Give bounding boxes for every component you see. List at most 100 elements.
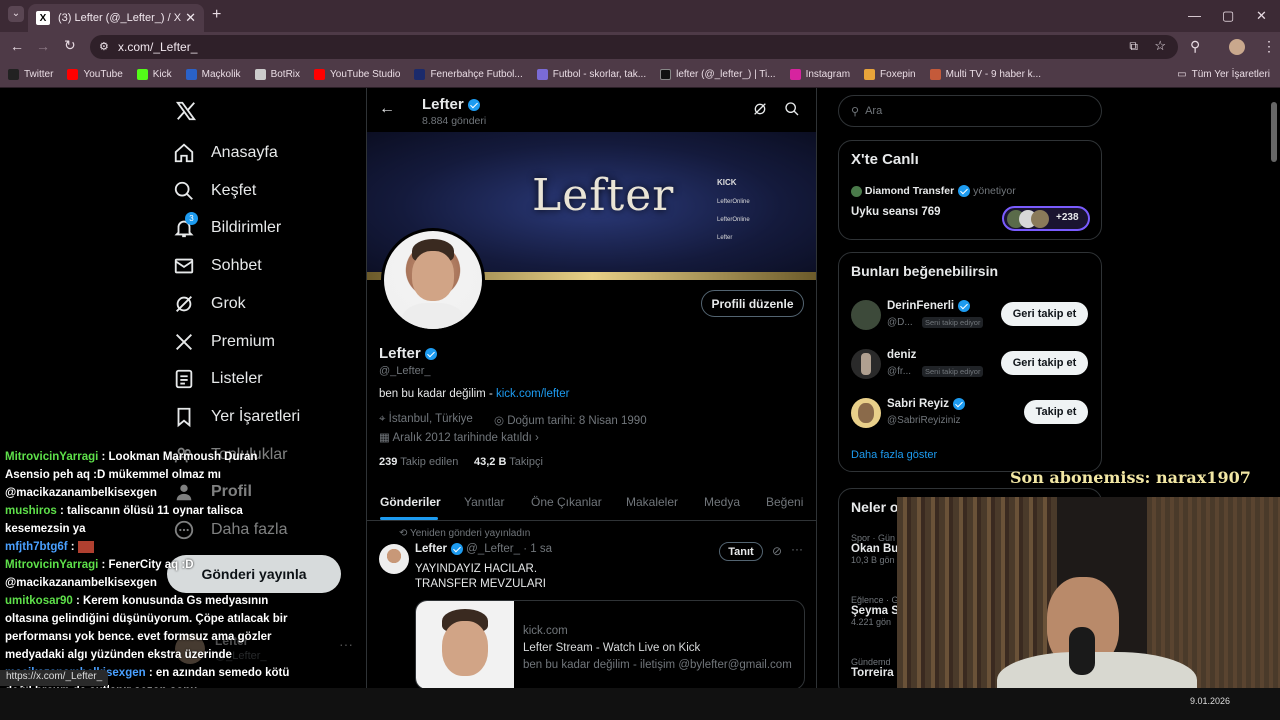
edit-profile-button[interactable]: Profili düzenle bbox=[701, 290, 804, 317]
emote-icon bbox=[77, 540, 94, 553]
trend-item[interactable]: Eğlence · G Şeyma S 4.221 gön bbox=[851, 595, 899, 627]
nav-messages[interactable]: Sohbet bbox=[173, 248, 262, 284]
reload-icon[interactable]: ↻ bbox=[64, 37, 76, 54]
back-arrow-icon[interactable]: ← bbox=[10, 38, 24, 54]
grok-icon bbox=[176, 296, 192, 312]
tab-highlights[interactable]: Öne Çıkanlar bbox=[531, 495, 602, 509]
close-window-button[interactable]: ✕ bbox=[1256, 8, 1267, 24]
star-bookmark-icon[interactable]: ☆ bbox=[1154, 38, 1166, 54]
follow-button[interactable]: Takip et bbox=[1024, 400, 1088, 424]
tab-likes[interactable]: Beğeni bbox=[766, 495, 803, 509]
live-space-title[interactable]: Uyku seansı 769 bbox=[851, 206, 941, 218]
search-icon: ⚲ bbox=[851, 105, 860, 118]
profile-tabs: Gönderiler Yanıtlar Öne Çıkanlar Makalel… bbox=[367, 485, 816, 521]
bookmark-botrix[interactable]: BotRix bbox=[254, 69, 300, 80]
search-icon bbox=[174, 181, 193, 200]
following-link[interactable]: 239 Takip edilen bbox=[379, 456, 458, 468]
profile-avatar[interactable] bbox=[1229, 39, 1245, 55]
site-info-icon[interactable]: ⚙ bbox=[99, 40, 109, 53]
nav-premium[interactable]: Premium bbox=[173, 324, 275, 360]
tweet-text: YAYINDAYIZ HACILAR. TRANSFER MEVZULARI bbox=[415, 563, 546, 590]
tab-media[interactable]: Medya bbox=[704, 495, 740, 509]
close-tab-icon[interactable]: ✕ bbox=[185, 10, 196, 26]
search-icon[interactable] bbox=[784, 101, 800, 117]
browser-tab[interactable]: X (3) Lefter (@_Lefter_) / X ✕ bbox=[28, 4, 204, 32]
nav-grok[interactable]: Grok bbox=[173, 286, 246, 322]
grok-icon[interactable]: ⊘ bbox=[772, 544, 782, 558]
suggestions-title: Bunları beğenebilirsin bbox=[851, 263, 999, 279]
bookmark-futbol[interactable]: Futbol - skorlar, tak... bbox=[536, 69, 646, 80]
link-card[interactable]: kick.com Lefter Stream - Watch Live on K… bbox=[415, 600, 805, 688]
notification-badge: 3 bbox=[185, 212, 198, 225]
nav-home[interactable]: Anasayfa bbox=[173, 135, 278, 171]
maximize-button[interactable]: ▢ bbox=[1222, 8, 1234, 24]
more-options-icon[interactable]: ··· bbox=[791, 542, 803, 556]
tab-articles[interactable]: Makaleler bbox=[626, 495, 678, 509]
bookmark-youtube-studio[interactable]: YouTube Studio bbox=[314, 69, 400, 80]
nav-explore[interactable]: Keşfet bbox=[173, 173, 256, 209]
calendar-icon: ▦ bbox=[379, 432, 393, 444]
suggestion-avatar bbox=[851, 300, 881, 330]
follow-back-button[interactable]: Geri takip et bbox=[1001, 302, 1088, 326]
link-card-title: Lefter Stream - Watch Live on Kick bbox=[523, 642, 701, 654]
bookmark-kick[interactable]: Kick bbox=[136, 69, 172, 80]
grok-icon[interactable] bbox=[752, 101, 768, 117]
tweet-avatar[interactable] bbox=[379, 544, 409, 574]
nav-bookmarks[interactable]: Yer İşaretleri bbox=[173, 399, 300, 435]
all-bookmarks[interactable]: ▭ Tüm Yer İşaretleri bbox=[1177, 69, 1270, 80]
extensions-icon[interactable]: ⚲ bbox=[1190, 38, 1200, 55]
new-tab-button[interactable]: + bbox=[212, 6, 221, 24]
bookmark-instagram[interactable]: Instagram bbox=[789, 69, 850, 80]
bookmark-tiktok[interactable]: lefter (@_lefter_) | Ti... bbox=[660, 69, 776, 80]
bio-link[interactable]: kick.com/lefter bbox=[496, 388, 570, 400]
tab-posts[interactable]: Gönderiler bbox=[380, 495, 441, 509]
live-host[interactable]: Diamond Transfer yönetiyor bbox=[851, 185, 1016, 198]
nav-lists[interactable]: Listeler bbox=[173, 361, 263, 397]
profile-handle: @_Lefter_ bbox=[379, 365, 431, 377]
follow-back-button[interactable]: Geri takip et bbox=[1001, 351, 1088, 375]
suggestion-handle: @SabriReyiziniz bbox=[887, 415, 961, 426]
address-bar[interactable]: ⚙ x.com/_Lefter_ ⧉ ☆ bbox=[90, 35, 1178, 59]
minimize-button[interactable]: — bbox=[1188, 8, 1201, 23]
tab-replies[interactable]: Yanıtlar bbox=[464, 495, 504, 509]
bookmark-multitv[interactable]: Multi TV - 9 haber k... bbox=[929, 69, 1041, 80]
profile-location: ⌖ İstanbul, Türkiye bbox=[379, 413, 473, 425]
bookmark-foxepin[interactable]: Foxepin bbox=[864, 69, 916, 80]
show-more-link[interactable]: Daha fazla göster bbox=[851, 449, 937, 461]
promote-button[interactable]: Tanıt bbox=[719, 542, 763, 561]
os-taskbar: 9.01.2026 bbox=[0, 688, 1280, 720]
scrollbar-thumb[interactable] bbox=[1271, 102, 1277, 162]
profile-header-bar: ← Lefter 8.884 gönderi bbox=[367, 88, 816, 132]
bookmark-youtube[interactable]: YouTube bbox=[67, 69, 123, 80]
suggestion-item[interactable]: DerinFenerli @D... Seni takip ediyor Ger… bbox=[851, 298, 1091, 338]
profile-avatar[interactable] bbox=[381, 228, 485, 332]
suggestion-item[interactable]: Sabri Reyiz @SabriReyiziniz Takip et bbox=[851, 396, 1091, 436]
suggestion-handle: @D... bbox=[887, 317, 913, 328]
suggestion-item[interactable]: deniz @fr... Seni takip ediyor Geri taki… bbox=[851, 347, 1091, 387]
tab-search-icon[interactable]: ⌄ bbox=[8, 6, 24, 22]
bookmark-twitter[interactable]: Twitter bbox=[8, 69, 53, 80]
search-box[interactable]: ⚲ Ara bbox=[838, 95, 1102, 127]
trend-item[interactable]: Gündemd Torreira bbox=[851, 657, 894, 679]
suggestion-handle: @fr... bbox=[887, 366, 912, 377]
live-listeners-pill[interactable]: +238 bbox=[1002, 206, 1090, 231]
live-title: X'te Canlı bbox=[851, 151, 919, 168]
bookmark-mackolik[interactable]: Maçkolik bbox=[185, 69, 241, 80]
location-pin-icon: ⌖ bbox=[379, 413, 389, 425]
profile-joined: ▦ Aralık 2012 tarihinde katıldı › bbox=[379, 432, 539, 444]
x-logo-icon[interactable] bbox=[175, 100, 197, 122]
host-avatar bbox=[851, 185, 862, 197]
browser-menu-icon[interactable]: ⋮ bbox=[1262, 38, 1276, 55]
tweet[interactable]: ⟲ Yeniden gönderi yayınladın Lefter @_Le… bbox=[367, 522, 816, 688]
nav-notifications[interactable]: 3 Bildirimler bbox=[173, 210, 281, 246]
account-more-icon[interactable]: ··· bbox=[339, 636, 353, 652]
search-placeholder: Ara bbox=[865, 105, 883, 117]
back-arrow-icon[interactable]: ← bbox=[379, 100, 395, 118]
forward-arrow-icon[interactable]: → bbox=[36, 38, 50, 54]
trend-item[interactable]: Spor · Gün Okan Bu 10,3 B gön bbox=[851, 533, 898, 565]
followers-link[interactable]: 43,2 B Takipçi bbox=[474, 456, 543, 468]
header-name: Lefter bbox=[422, 96, 480, 113]
botrix-icon bbox=[254, 69, 266, 80]
bookmark-fenerbahce[interactable]: Fenerbahçe Futbol... bbox=[414, 69, 523, 80]
install-app-icon[interactable]: ⧉ bbox=[1129, 39, 1138, 54]
